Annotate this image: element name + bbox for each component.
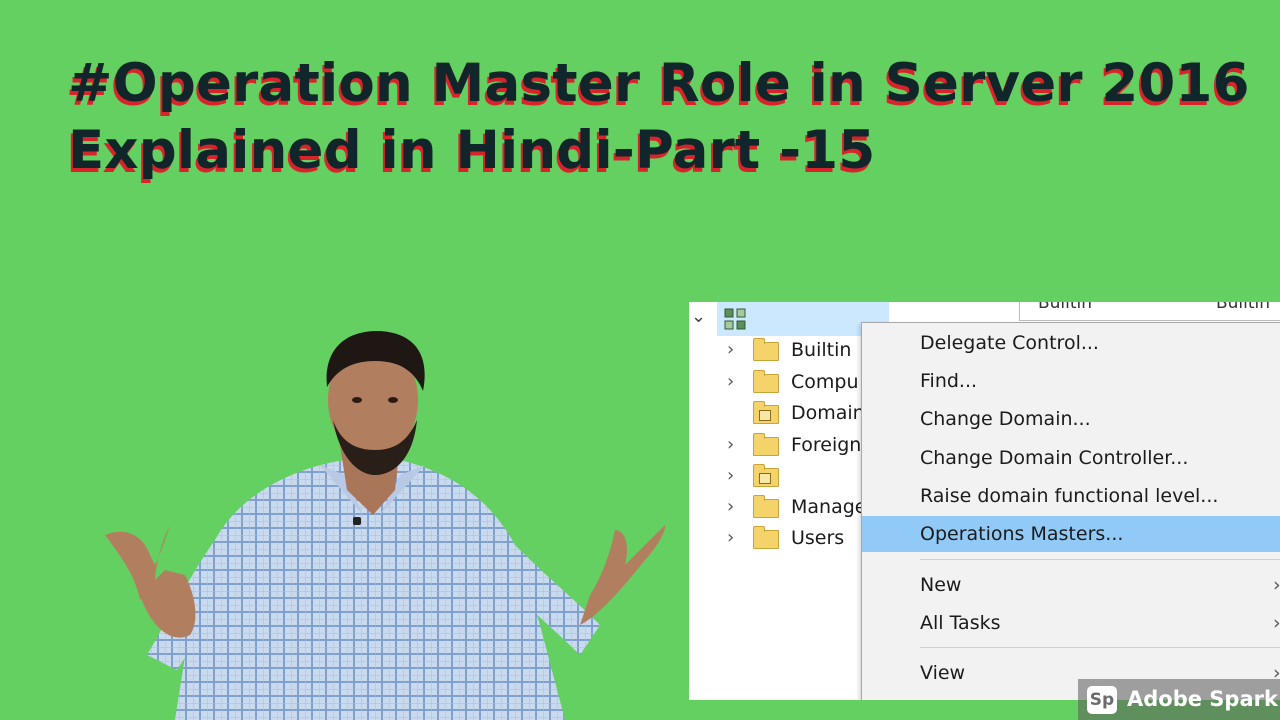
folder-icon (753, 495, 779, 518)
context-menu: Delegate Control... Find... Change Domai… (861, 322, 1280, 700)
menu-item-label: Change Domain Controller... (920, 447, 1189, 469)
list-col-type: Builtin (1216, 302, 1271, 313)
title-line-2: Explained in Hindi-Part -15 (68, 120, 876, 181)
ou-folder-icon (753, 401, 779, 424)
list-col-name: Builtin (1038, 302, 1093, 313)
menu-item-label: Delegate Control... (920, 332, 1099, 354)
expand-chevron-icon[interactable]: › (727, 492, 741, 522)
expand-chevron-icon[interactable]: › (727, 335, 741, 365)
submenu-arrow-icon: › (1273, 574, 1280, 596)
tree-item-label: Foreign (791, 434, 862, 456)
menu-item-label: Change Domain... (920, 408, 1091, 430)
tree-item-computers[interactable]: › Compu (689, 367, 869, 397)
menu-item-find[interactable]: Find... (862, 363, 1280, 399)
ou-folder-icon (753, 464, 779, 487)
collapse-chevron-icon[interactable]: ⌄ (691, 306, 706, 327)
domain-tree-icon (724, 308, 746, 330)
menu-item-label: Find... (920, 370, 978, 392)
menu-item-change-domain-controller[interactable]: Change Domain Controller... (862, 440, 1280, 476)
presenter-image (105, 330, 666, 720)
expand-chevron-icon[interactable]: › (727, 523, 741, 553)
menu-item-label: Raise domain functional level... (920, 485, 1219, 507)
expand-chevron-icon[interactable]: › (727, 461, 741, 491)
tree-item-foreign[interactable]: › Foreign (689, 430, 869, 460)
tree-item-users[interactable]: › Users (689, 523, 869, 553)
tree-item-label: Manage (791, 496, 867, 518)
expand-chevron-icon[interactable]: › (727, 430, 741, 460)
tree-item-label: Compu (791, 371, 859, 393)
tree-item-builtin[interactable]: › Builtin (689, 335, 869, 365)
tree-item-managed[interactable]: › Manage (689, 492, 869, 522)
menu-separator (920, 647, 1280, 648)
context-menu-screenshot: ⌄ Builtin Builtin › Builtin › Compu Doma… (689, 302, 1280, 700)
menu-item-label: View (920, 662, 966, 684)
tree-item-unnamed-ou[interactable]: › (689, 461, 869, 491)
list-header-strip: Builtin Builtin (1019, 302, 1280, 321)
menu-separator (920, 559, 1280, 560)
menu-item-label: New (920, 574, 962, 596)
title-line-1: #Operation Master Role in Server 2016 (68, 53, 1250, 114)
expand-chevron-icon[interactable]: › (727, 367, 741, 397)
menu-item-change-domain[interactable]: Change Domain... (862, 401, 1280, 437)
menu-item-raise-functional-level[interactable]: Raise domain functional level... (862, 478, 1280, 514)
folder-icon (753, 338, 779, 361)
menu-item-operations-masters[interactable]: Operations Masters... (862, 516, 1280, 552)
folder-icon (753, 526, 779, 549)
adobe-spark-watermark: Sp Adobe Spark (1078, 679, 1280, 720)
tree-item-label: Builtin (791, 339, 852, 361)
menu-item-label: All Tasks (920, 612, 1001, 634)
tree-item-label: Domain (791, 402, 865, 424)
menu-item-delegate-control[interactable]: Delegate Control... (862, 325, 1280, 361)
adobe-spark-logo-icon: Sp (1087, 686, 1117, 714)
menu-item-all-tasks[interactable]: All Tasks › (862, 605, 1280, 641)
watermark-text: Adobe Spark (1127, 687, 1278, 711)
tree-item-label: Users (791, 527, 845, 549)
video-title: #Operation Master Role in Server 2016 Ex… (68, 50, 1250, 184)
submenu-arrow-icon: › (1273, 612, 1280, 634)
folder-icon (753, 370, 779, 393)
folder-icon (753, 433, 779, 456)
menu-item-new[interactable]: New › (862, 567, 1280, 603)
menu-item-label: Operations Masters... (920, 523, 1124, 545)
tree-item-domain-controllers[interactable]: Domain (689, 398, 869, 428)
